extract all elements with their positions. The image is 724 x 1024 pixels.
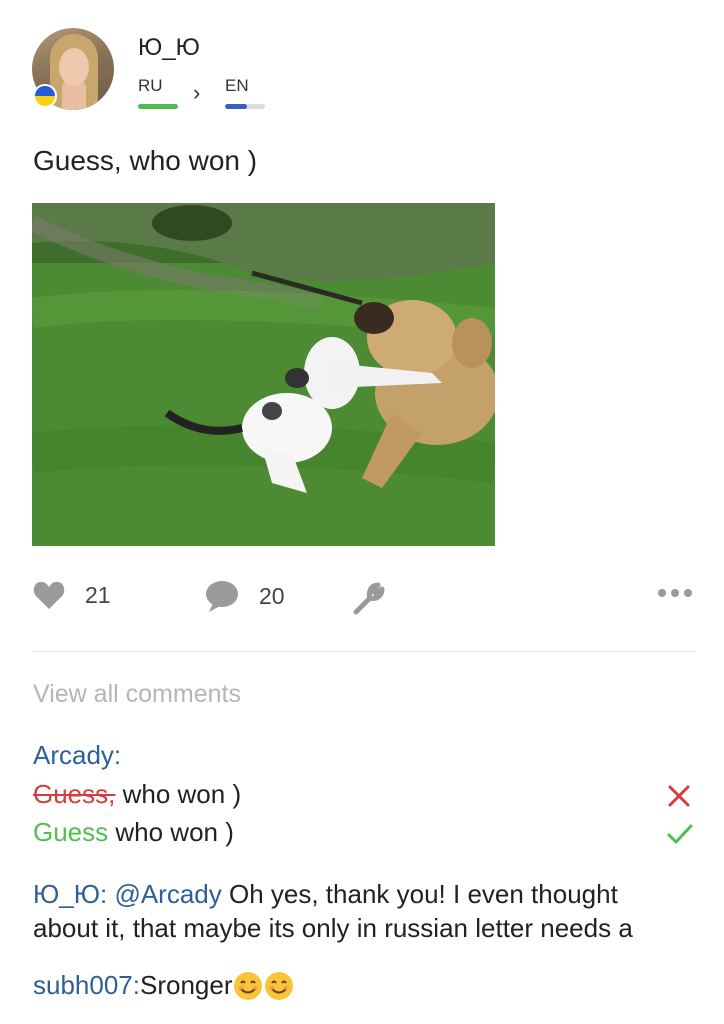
edit-button[interactable] xyxy=(352,582,386,621)
divider xyxy=(33,651,696,652)
heart-icon xyxy=(33,581,65,609)
correct-check-icon xyxy=(667,823,693,850)
chevron-right-icon: › xyxy=(193,80,201,105)
reply-text-line-2: about it, that maybe its only in russian… xyxy=(33,913,633,943)
smiling-emoji-icon xyxy=(265,971,294,1000)
reply-line-1: Ю_Ю: @Arcady Oh yes, thank you! I even t… xyxy=(33,877,703,911)
correction-removed-text: Guess, xyxy=(33,779,116,809)
language-to-level-fill xyxy=(225,104,247,109)
ukraine-flag-icon xyxy=(33,84,57,108)
like-button[interactable]: 21 xyxy=(33,580,111,610)
more-options-button[interactable] xyxy=(657,586,693,605)
reply-text-line-1: Oh yes, thank you! I even thought xyxy=(221,879,618,909)
reply-mention[interactable]: @Arcady xyxy=(107,879,221,909)
language-from-level-bar xyxy=(138,104,178,109)
reply-comment: Ю_Ю: @Arcady Oh yes, thank you! I even t… xyxy=(33,877,703,945)
correction-original-line: Guess, who won ) xyxy=(33,779,241,810)
post-actions: 21 20 xyxy=(0,580,724,620)
correction-added-text: Guess xyxy=(33,817,109,847)
language-from: RU xyxy=(138,76,163,95)
like-count: 21 xyxy=(85,581,111,608)
comment-button[interactable]: 20 xyxy=(205,580,285,612)
short-comment: subh007: Sronger xyxy=(33,970,294,1001)
view-all-comments-link[interactable]: View all comments xyxy=(33,680,241,709)
short-comment-author[interactable]: subh007: xyxy=(33,970,140,1001)
language-to-level-bar xyxy=(225,104,265,109)
speech-bubble-icon xyxy=(206,581,238,612)
photo-illustration xyxy=(32,203,495,546)
correction-original-rest: who won ) xyxy=(115,779,242,809)
post-text: Guess, who won ) xyxy=(33,145,258,176)
wrong-x-icon xyxy=(667,784,691,813)
language-to: EN xyxy=(225,76,249,95)
short-comment-text: Sronger xyxy=(139,970,233,1000)
wrench-icon xyxy=(353,582,385,615)
more-dots-icon xyxy=(658,589,692,597)
correction-corrected-rest: who won ) xyxy=(108,817,234,847)
smiling-emoji-icon xyxy=(234,971,263,1000)
avatar-face xyxy=(59,48,89,86)
post-author[interactable]: Ю_Ю xyxy=(138,34,200,62)
comment-count: 20 xyxy=(259,582,285,609)
post-photo[interactable] xyxy=(32,203,495,546)
reply-author[interactable]: Ю_Ю: xyxy=(33,879,107,909)
correction-corrected-line: Guess who won ) xyxy=(33,817,234,848)
comment-author[interactable]: Arcady: xyxy=(33,740,121,771)
